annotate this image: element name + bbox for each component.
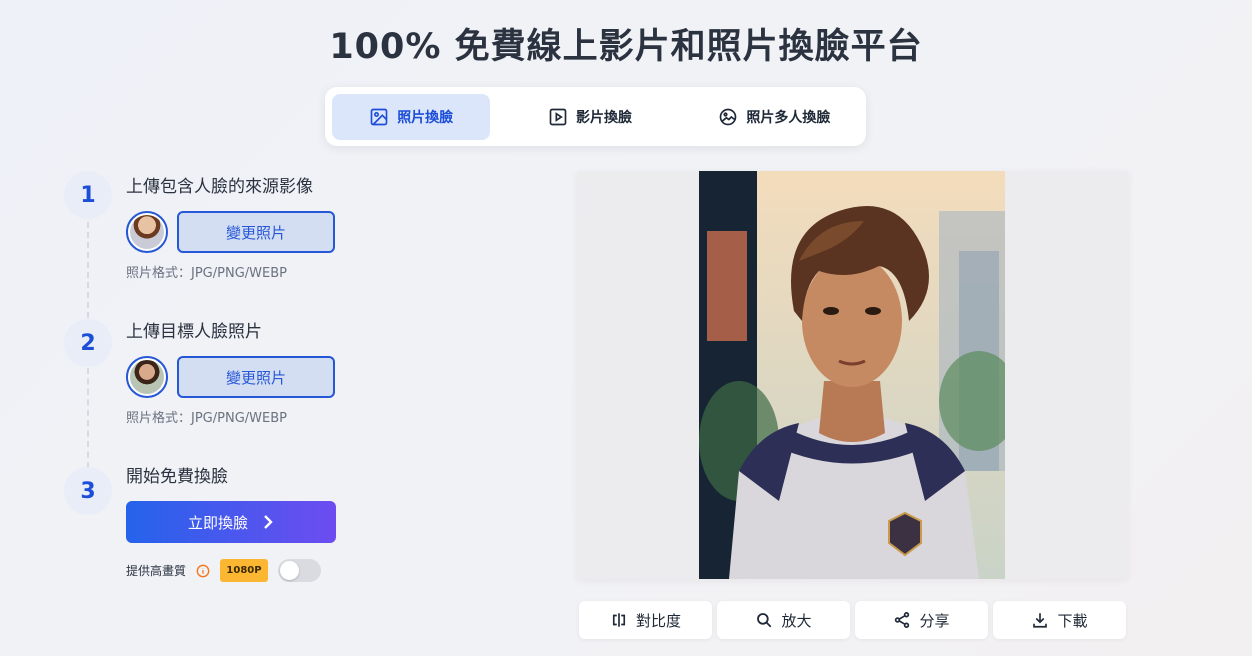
- action-label: 對比度: [635, 611, 681, 630]
- step-connector: [87, 368, 89, 468]
- download-button[interactable]: 下載: [993, 601, 1126, 639]
- step-number-3: 3: [64, 467, 112, 515]
- toggle-knob: [280, 561, 300, 580]
- action-label: 放大: [781, 611, 812, 630]
- hq-toggle[interactable]: [278, 559, 322, 582]
- action-label: 下載: [1057, 611, 1088, 630]
- preview-actions: 對比度 放大 分享 下載: [579, 601, 1126, 639]
- step-1-title: 上傳包含人臉的來源影像: [126, 177, 313, 197]
- step-2-title: 上傳目標人臉照片: [126, 322, 262, 342]
- chevron-right-icon: [264, 515, 273, 529]
- action-label: 分享: [919, 611, 950, 630]
- target-face-avatar[interactable]: [126, 356, 168, 398]
- hq-row: 提供高畫質 1080P: [126, 559, 322, 582]
- source-format-note: 照片格式：JPG/PNG/WEBP: [126, 266, 287, 281]
- step-connector: [87, 222, 89, 318]
- step-3-title: 開始免費換臉: [126, 467, 228, 487]
- change-source-photo-button[interactable]: 變更照片: [177, 211, 335, 253]
- swap-now-label: 立即換臉: [187, 514, 248, 532]
- download-icon: [1033, 613, 1048, 628]
- hq-label: 提供高畫質: [126, 564, 187, 578]
- contrast-button[interactable]: 對比度: [579, 601, 712, 639]
- step-number-2: 2: [64, 319, 112, 367]
- tab-photo-swap[interactable]: 照片換臉: [332, 93, 491, 140]
- tab-multi-face-swap[interactable]: 照片多人換臉: [690, 94, 859, 140]
- image-multi-icon: [719, 108, 737, 125]
- search-icon: [757, 613, 772, 628]
- image-icon: [370, 108, 388, 125]
- tab-label: 照片多人換臉: [746, 109, 831, 126]
- mode-tabs: 照片換臉 影片換臉 照片多人換臉: [325, 87, 866, 146]
- info-icon[interactable]: [196, 564, 210, 578]
- tab-label: 照片換臉: [397, 109, 454, 126]
- share-icon: [895, 612, 910, 628]
- compare-icon: [612, 613, 626, 627]
- portrait-illustration: [699, 171, 1005, 579]
- change-target-photo-button[interactable]: 變更照片: [177, 356, 335, 398]
- hd-badge: 1080P: [220, 559, 269, 582]
- result-preview: [577, 171, 1128, 579]
- page-title: 100% 免費線上影片和照片換臉平台: [329, 27, 923, 67]
- swap-now-button[interactable]: 立即換臉: [126, 501, 336, 543]
- tab-video-swap[interactable]: 影片換臉: [494, 94, 685, 140]
- step-number-1: 1: [64, 171, 112, 219]
- source-face-avatar[interactable]: [126, 211, 168, 253]
- zoom-button[interactable]: 放大: [717, 601, 850, 639]
- target-format-note: 照片格式：JPG/PNG/WEBP: [126, 411, 287, 426]
- result-image: [699, 171, 1005, 579]
- play-icon: [549, 108, 567, 125]
- share-button[interactable]: 分享: [855, 601, 988, 639]
- tab-label: 影片換臉: [576, 109, 633, 126]
